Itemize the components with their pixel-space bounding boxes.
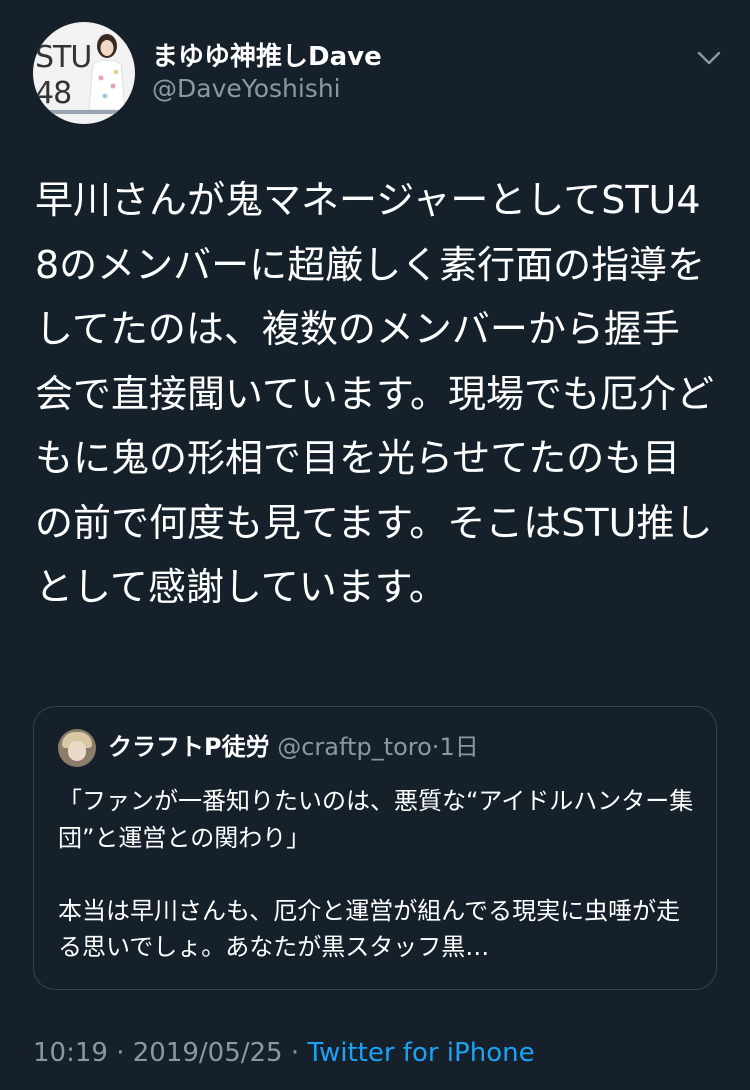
quoted-display-name: クラフトP徒労	[108, 733, 270, 761]
avatar-logo-text: STU 48	[35, 40, 92, 111]
avatar-figure-image	[88, 34, 126, 111]
quoted-handle: @craftp_toro	[277, 733, 432, 761]
meta-separator-1: ·	[116, 1038, 125, 1068]
tweet-meta: 10:19 · 2019/05/25 · Twitter for iPhone	[33, 1038, 535, 1068]
avatar[interactable]: STU 48	[33, 22, 135, 124]
tweet-header: STU 48 まゆゆ神推しDave @DaveYoshishi	[0, 0, 750, 150]
quoted-tweet-header: クラフトP徒労 @craftp_toro·1日	[108, 729, 479, 765]
quoted-tweet-text: 「ファンが一番知りたいのは、悪質な“アイドルハンター集団”と運営との関わり」 本…	[58, 787, 694, 961]
author-display-name[interactable]: まゆゆ神推しDave	[152, 36, 382, 73]
quoted-avatar-face	[68, 741, 86, 761]
quoted-tweet-card[interactable]: クラフトP徒労 @craftp_toro·1日 「ファンが一番知りたいのは、悪質…	[33, 706, 717, 990]
quoted-time: 1日	[439, 733, 479, 761]
tweet-source-link[interactable]: Twitter for iPhone	[307, 1038, 534, 1068]
chevron-down-icon[interactable]	[696, 48, 722, 68]
quoted-avatar	[58, 729, 96, 767]
author-handle[interactable]: @DaveYoshishi	[152, 74, 341, 103]
tweet-time: 10:19	[33, 1038, 108, 1068]
tweet-date: 2019/05/25	[132, 1038, 283, 1068]
avatar-caption-strip	[41, 110, 127, 114]
meta-separator-2: ·	[290, 1038, 300, 1068]
tweet-text: 早川さんが鬼マネージャーとしてSTU48のメンバーに超厳しく素行面の指導をしてた…	[35, 178, 715, 609]
